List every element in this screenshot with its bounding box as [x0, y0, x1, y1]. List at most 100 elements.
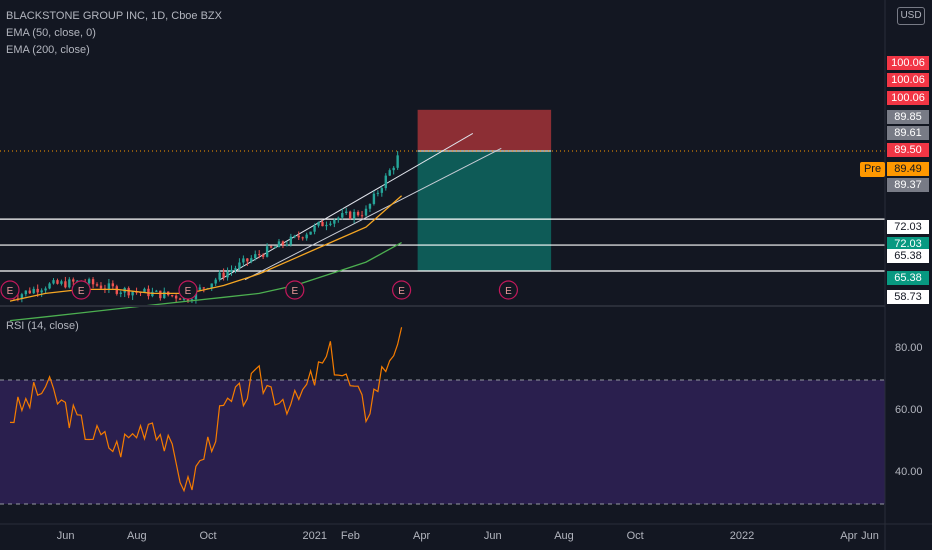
candle — [380, 188, 384, 193]
candle — [36, 288, 39, 293]
ema50-legend[interactable]: EMA (50, close, 0) — [6, 27, 96, 39]
candle — [376, 192, 380, 194]
candle — [198, 287, 202, 290]
price-label: 89.37 — [887, 178, 929, 192]
candle — [356, 211, 360, 216]
time-axis-tick: Aug — [127, 530, 147, 542]
time-axis-tick: Oct — [199, 530, 217, 542]
time-axis-tick: Jun — [483, 530, 502, 542]
rsi-axis-tick: 80.00 — [895, 342, 923, 354]
symbol-title[interactable]: BLACKSTONE GROUP INC, 1D, Cboe BZX — [6, 10, 222, 22]
earnings-label: E — [398, 286, 405, 297]
candle — [305, 234, 308, 239]
rsi-axis-tick: 60.00 — [895, 404, 923, 416]
earnings-label: E — [185, 286, 192, 297]
price-label: 100.06 — [887, 56, 929, 70]
candle — [230, 269, 233, 272]
time-axis-tick: Apr — [840, 530, 858, 542]
time-axis-tick: Oct — [626, 530, 644, 542]
take-profit-zone — [417, 151, 552, 272]
price-label: 89.61 — [887, 126, 929, 140]
candle — [309, 231, 312, 235]
time-axis-tick: Jun — [861, 530, 879, 542]
candle — [119, 292, 122, 294]
candle — [222, 272, 225, 278]
price-label: 58.73 — [887, 290, 929, 304]
candle — [170, 295, 174, 297]
candle — [333, 219, 336, 224]
candle — [238, 262, 241, 269]
rsi-band — [0, 380, 885, 504]
candle — [269, 246, 273, 248]
candle — [107, 283, 111, 289]
candle — [32, 288, 35, 294]
candle — [40, 290, 43, 293]
time-axis-tick: 2022 — [729, 530, 755, 542]
candle — [111, 283, 115, 287]
candle — [214, 279, 217, 284]
rsi-pane — [0, 327, 885, 505]
ema200-legend[interactable]: EMA (200, close) — [6, 44, 90, 56]
candle — [24, 290, 28, 295]
earnings-label: E — [78, 286, 85, 297]
candle — [52, 280, 55, 284]
candle — [202, 287, 206, 289]
candle — [64, 281, 67, 288]
candle — [258, 254, 261, 256]
candle — [68, 279, 71, 288]
rsi-axis-tick: 40.00 — [895, 466, 923, 478]
candle — [281, 241, 285, 245]
candle — [99, 285, 103, 289]
price-label: 100.06 — [887, 73, 929, 87]
stop-loss-zone — [417, 109, 552, 151]
candle — [293, 235, 296, 237]
candle — [56, 280, 59, 284]
time-axis-tick: Apr — [413, 530, 431, 542]
candle — [178, 298, 182, 300]
price-label: 65.38 — [887, 249, 929, 263]
price-label: 89.85 — [887, 110, 929, 124]
chart-canvas[interactable]: EEEEEE — [0, 0, 932, 550]
earnings-marker: E — [498, 280, 518, 300]
candle — [250, 258, 253, 262]
candle — [337, 217, 340, 220]
candle — [48, 283, 51, 289]
price-label: 89.50 — [887, 143, 929, 157]
candle — [155, 290, 158, 292]
candle — [127, 288, 130, 296]
candle — [392, 167, 395, 171]
currency-selector[interactable]: USD — [897, 7, 925, 25]
candle — [352, 211, 356, 219]
candle — [226, 271, 229, 278]
candle — [301, 237, 304, 239]
candle — [360, 215, 364, 217]
candle — [317, 222, 320, 226]
candle — [44, 288, 47, 291]
earnings-marker: E — [392, 280, 412, 300]
earnings-label: E — [7, 286, 14, 297]
time-axis-tick: Jun — [56, 530, 75, 542]
candle — [254, 254, 257, 259]
candle — [28, 290, 31, 294]
earnings-label: E — [291, 286, 298, 297]
candle — [364, 208, 368, 216]
premarket-tag: Pre — [860, 162, 885, 177]
candle — [329, 223, 332, 225]
candle — [265, 246, 269, 257]
candle — [261, 254, 265, 257]
candle — [234, 268, 237, 270]
price-pane: EEEEEE — [0, 109, 885, 322]
candle — [345, 211, 348, 214]
candle — [163, 291, 166, 299]
candle — [368, 203, 372, 209]
earnings-label: E — [505, 286, 512, 297]
price-label: 72.03 — [887, 220, 929, 234]
rsi-legend[interactable]: RSI (14, close) — [6, 320, 79, 332]
candle — [277, 241, 281, 248]
earnings-marker: E — [71, 280, 91, 300]
candle — [72, 279, 75, 282]
price-label: 89.49 — [887, 162, 929, 176]
candle — [159, 290, 162, 299]
candle — [285, 244, 289, 246]
candle — [321, 222, 324, 227]
